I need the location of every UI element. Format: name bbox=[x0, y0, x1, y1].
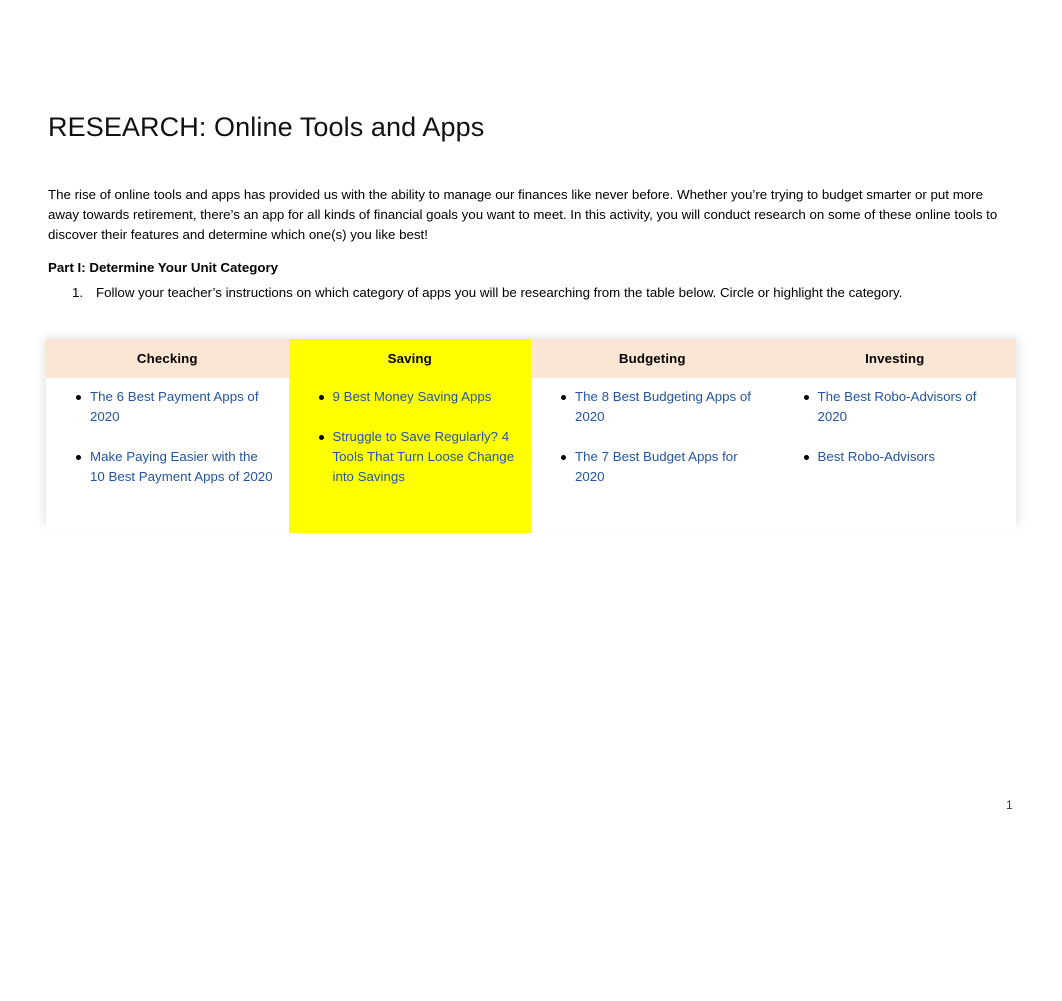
app-categories-table: Checking Saving Budgeting Investing The … bbox=[46, 339, 1016, 533]
table-header-row: Checking Saving Budgeting Investing bbox=[46, 339, 1016, 378]
list-item: Struggle to Save Regularly? 4 Tools That… bbox=[289, 427, 518, 487]
document-page: RESEARCH: Online Tools and Apps The rise… bbox=[0, 0, 1062, 1001]
table-cell-budgeting: The 8 Best Budgeting Apps of 2020 The 7 … bbox=[531, 378, 774, 533]
table-row: The 6 Best Payment Apps of 2020 Make Pay… bbox=[46, 378, 1016, 533]
table-header-budgeting: Budgeting bbox=[531, 339, 774, 378]
article-link[interactable]: The Best Robo-Advisors of 2020 bbox=[818, 389, 977, 424]
link-list-investing: The Best Robo-Advisors of 2020 Best Robo… bbox=[774, 387, 1017, 467]
link-list-checking: The 6 Best Payment Apps of 2020 Make Pay… bbox=[46, 387, 289, 487]
list-item: The 8 Best Budgeting Apps of 2020 bbox=[531, 387, 760, 427]
list-item: The 7 Best Budget Apps for 2020 bbox=[531, 447, 760, 487]
article-link[interactable]: The 8 Best Budgeting Apps of 2020 bbox=[575, 389, 751, 424]
article-link[interactable]: Best Robo-Advisors bbox=[818, 449, 936, 464]
table-cell-checking: The 6 Best Payment Apps of 2020 Make Pay… bbox=[46, 378, 289, 533]
page-title: RESEARCH: Online Tools and Apps bbox=[48, 112, 485, 143]
article-link[interactable]: Make Paying Easier with the 10 Best Paym… bbox=[90, 449, 273, 484]
table-header-checking: Checking bbox=[46, 339, 289, 378]
list-item: The Best Robo-Advisors of 2020 bbox=[774, 387, 1003, 427]
table-cell-investing: The Best Robo-Advisors of 2020 Best Robo… bbox=[773, 378, 1017, 533]
table-body: The 6 Best Payment Apps of 2020 Make Pay… bbox=[46, 378, 1016, 533]
categories-table-wrapper: Checking Saving Budgeting Investing The … bbox=[46, 339, 1016, 533]
list-item: 9 Best Money Saving Apps bbox=[289, 387, 518, 407]
intro-paragraph: The rise of online tools and apps has pr… bbox=[48, 187, 998, 243]
link-list-saving: 9 Best Money Saving Apps Struggle to Sav… bbox=[289, 387, 532, 487]
page-number: 1 bbox=[1006, 798, 1013, 812]
table-header-saving: Saving bbox=[288, 339, 531, 378]
article-link[interactable]: 9 Best Money Saving Apps bbox=[333, 389, 492, 404]
list-item: Best Robo-Advisors bbox=[774, 447, 1003, 467]
instruction-list-item: 1. Follow your teacher’s instructions on… bbox=[72, 284, 972, 302]
link-list-budgeting: The 8 Best Budgeting Apps of 2020 The 7 … bbox=[531, 387, 774, 487]
article-link[interactable]: Struggle to Save Regularly? 4 Tools That… bbox=[333, 429, 515, 484]
list-item-text: Follow your teacher’s instructions on wh… bbox=[96, 285, 903, 300]
table-cell-saving: 9 Best Money Saving Apps Struggle to Sav… bbox=[288, 378, 532, 533]
part-one-heading: Part I: Determine Your Unit Category bbox=[48, 260, 279, 275]
article-link[interactable]: The 6 Best Payment Apps of 2020 bbox=[90, 389, 259, 424]
list-item: Make Paying Easier with the 10 Best Paym… bbox=[46, 447, 275, 487]
article-link[interactable]: The 7 Best Budget Apps for 2020 bbox=[575, 449, 738, 484]
list-item-number: 1. bbox=[72, 285, 84, 300]
list-item: The 6 Best Payment Apps of 2020 bbox=[46, 387, 275, 427]
table-header-investing: Investing bbox=[773, 339, 1016, 378]
